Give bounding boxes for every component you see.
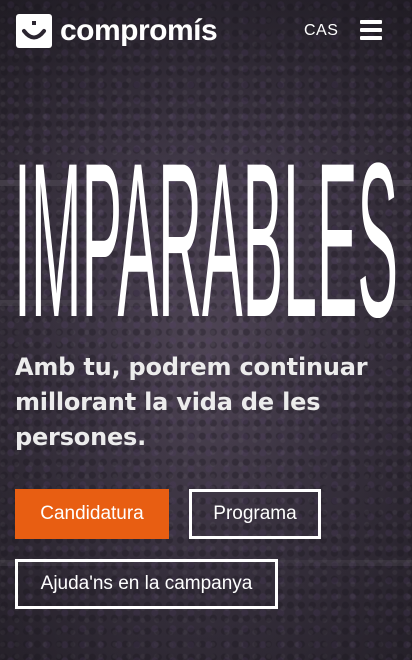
hero-subtitle: Amb tu, podrem continuar millorant la vi…: [15, 353, 368, 451]
hamburger-menu-icon[interactable]: [360, 20, 382, 40]
hero-title-text: IMPARABLES: [14, 117, 398, 318]
brand-logo-link[interactable]: compromís: [16, 14, 218, 48]
programa-button[interactable]: Programa: [189, 489, 321, 539]
smiley-logo-icon: [16, 14, 52, 48]
language-switch-link[interactable]: CAS: [304, 22, 338, 40]
help-campaign-button[interactable]: Ajuda'ns en la campanya: [15, 559, 278, 609]
candidatura-button[interactable]: Candidatura: [15, 489, 169, 539]
brand-name: compromís: [60, 14, 218, 47]
site-header: compromís CAS: [0, 0, 412, 62]
hero-title: IMPARABLES: [14, 117, 398, 318]
